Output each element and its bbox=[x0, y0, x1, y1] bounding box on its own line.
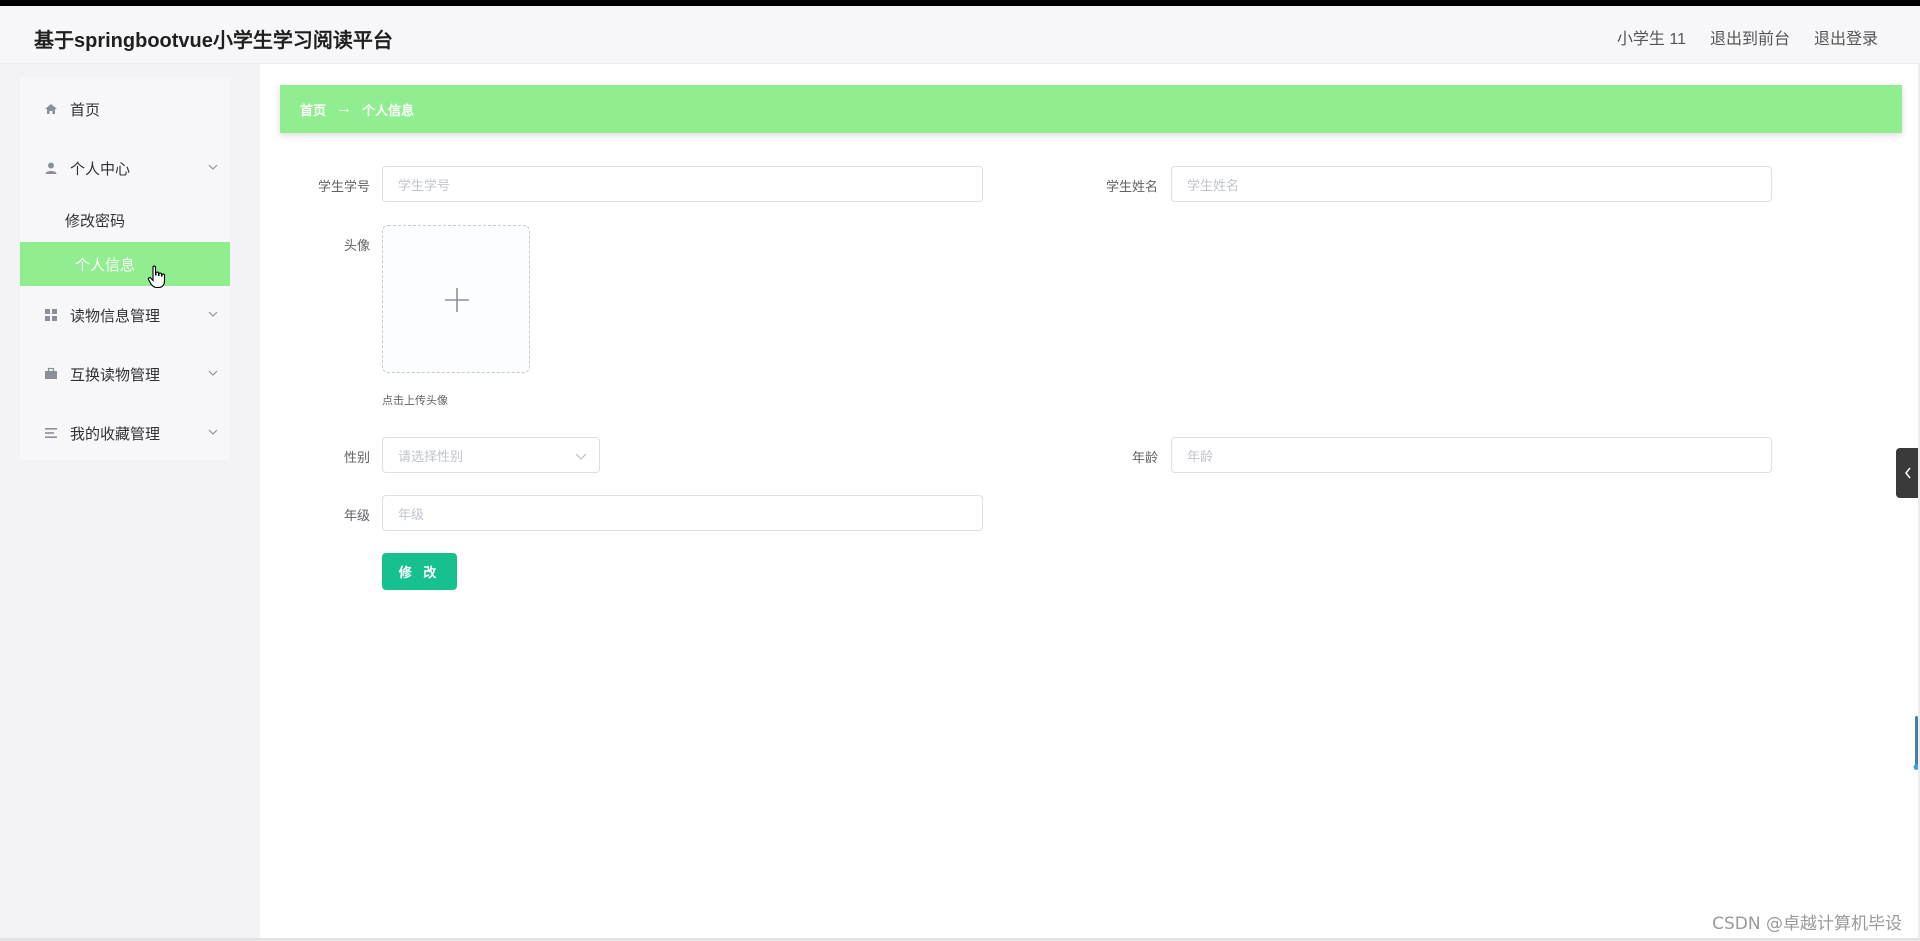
back-to-front-link[interactable]: 退出到前台 bbox=[1710, 25, 1790, 49]
avatar-upload-hint: 点击上传头像 bbox=[382, 395, 448, 407]
chevron-down-icon bbox=[208, 311, 218, 317]
plus-icon bbox=[445, 288, 469, 312]
grade-placeholder: 年级 bbox=[398, 506, 425, 522]
user-icon bbox=[45, 162, 57, 174]
sidebar-item-label: 首页 bbox=[70, 101, 101, 119]
student-name-input[interactable]: 学生姓名 bbox=[1171, 166, 1772, 202]
chevron-left-icon bbox=[1905, 467, 1911, 479]
modify-button[interactable]: 修 改 bbox=[382, 553, 457, 590]
grid-icon bbox=[45, 309, 57, 321]
list-icon bbox=[45, 428, 57, 438]
sidebar-item-personal-center[interactable]: 个人中心 bbox=[20, 146, 230, 190]
sidebar-item-label: 互换读物管理 bbox=[70, 366, 161, 384]
gender-select[interactable]: 请选择性别 bbox=[382, 437, 600, 473]
sidebar-item-label: 我的收藏管理 bbox=[70, 425, 161, 443]
gender-label: 性别 bbox=[343, 450, 370, 465]
age-input[interactable]: 年龄 bbox=[1171, 437, 1772, 473]
student-no-input[interactable]: 学生学号 bbox=[382, 166, 983, 202]
gender-placeholder: 请选择性别 bbox=[398, 448, 464, 464]
logout-link[interactable]: 退出登录 bbox=[1814, 25, 1878, 49]
sidebar-item-exchange-mgmt[interactable]: 互换读物管理 bbox=[20, 352, 230, 396]
sidebar-item-personal-info[interactable]: 个人信息 bbox=[20, 242, 230, 286]
username-label: 小学生 11 bbox=[1616, 31, 1686, 48]
chevron-down-icon bbox=[575, 453, 587, 460]
hand-cursor-icon bbox=[147, 265, 166, 289]
briefcase-icon bbox=[45, 367, 57, 379]
header-actions: 小学生 11 退出到前台 退出登录 bbox=[1617, 25, 1878, 49]
sidebar-item-change-password[interactable]: 修改密码 bbox=[20, 198, 230, 242]
breadcrumb-arrow-icon: → bbox=[336, 100, 353, 117]
grade-label: 年级 bbox=[343, 508, 370, 523]
breadcrumb-home-link[interactable]: 首页 bbox=[300, 100, 326, 119]
watermark: CSDN @卓越计算机毕设 bbox=[1712, 914, 1902, 934]
chevron-down-icon bbox=[208, 429, 218, 435]
grade-input[interactable]: 年级 bbox=[382, 495, 983, 531]
sidebar-item-reading-mgmt[interactable]: 读物信息管理 bbox=[20, 293, 230, 337]
sidebar-item-label: 个人中心 bbox=[70, 160, 131, 178]
home-icon bbox=[45, 104, 57, 114]
age-label: 年龄 bbox=[1131, 450, 1158, 465]
student-no-label: 学生学号 bbox=[317, 179, 370, 194]
sidebar-item-label: 修改密码 bbox=[65, 212, 126, 230]
chevron-down-icon bbox=[208, 370, 218, 376]
header: 基于springbootvue小学生学习阅读平台 小学生 11 退出到前台 退出… bbox=[0, 6, 1920, 64]
avatar-upload[interactable] bbox=[382, 225, 530, 373]
app-title: 基于springbootvue小学生学习阅读平台 bbox=[34, 30, 393, 52]
breadcrumb: 首页 → 个人信息 bbox=[280, 85, 1902, 133]
student-no-placeholder: 学生学号 bbox=[398, 177, 451, 193]
age-placeholder: 年龄 bbox=[1187, 448, 1214, 464]
sidebar-item-favorites-mgmt[interactable]: 我的收藏管理 bbox=[20, 411, 230, 455]
chevron-down-icon bbox=[208, 164, 218, 170]
sidebar-item-home[interactable]: 首页 bbox=[20, 87, 230, 131]
student-name-label: 学生姓名 bbox=[1105, 179, 1158, 194]
avatar-label: 头像 bbox=[343, 238, 370, 253]
sidebar-item-label: 读物信息管理 bbox=[70, 307, 161, 325]
breadcrumb-current: 个人信息 bbox=[362, 102, 415, 118]
student-name-placeholder: 学生姓名 bbox=[1187, 177, 1240, 193]
sidebar-item-label: 个人信息 bbox=[75, 256, 136, 274]
side-panel-toggle[interactable] bbox=[1896, 448, 1920, 498]
